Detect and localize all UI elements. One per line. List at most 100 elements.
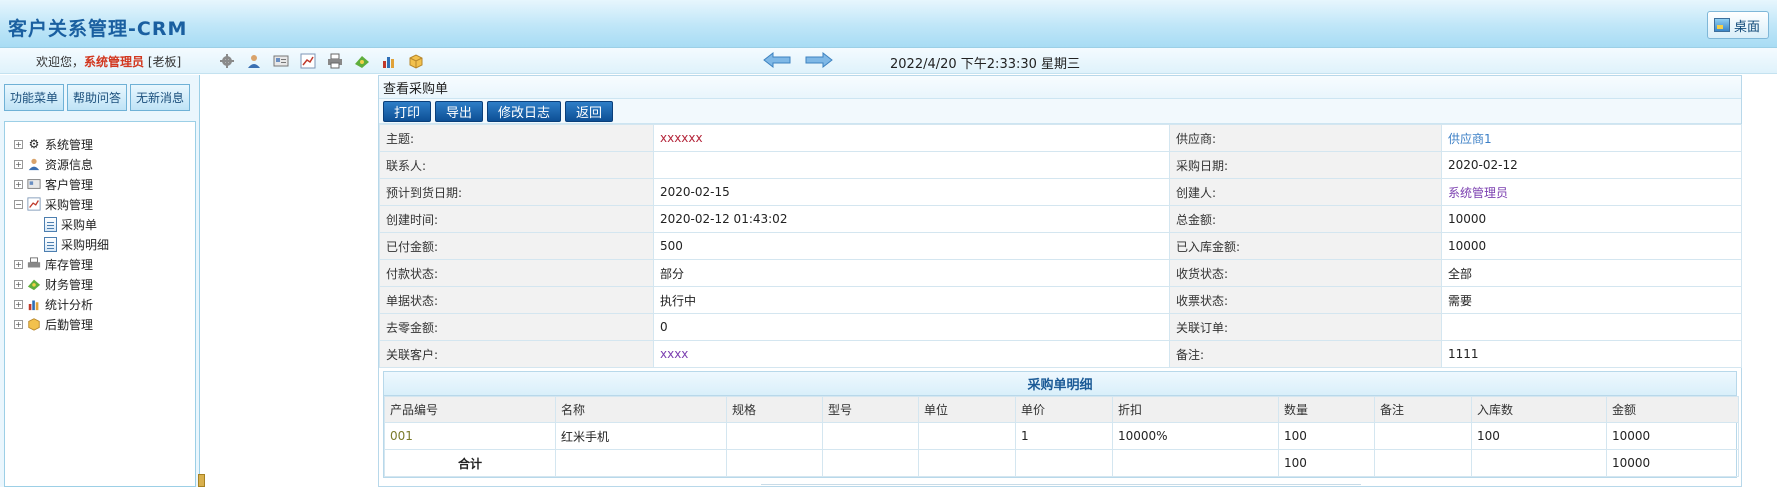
table-cell: [555, 449, 727, 477]
box-icon[interactable]: [407, 52, 425, 70]
field-label: 预计到货日期:: [379, 178, 654, 206]
field-label: 供应商:: [1169, 124, 1442, 152]
left-tabs: 功能菜单 帮助问答 无新消息: [4, 84, 191, 111]
print-button[interactable]: 打印: [383, 101, 432, 122]
info-row: 预计到货日期: 2020-02-15 创建人: 系统管理员: [379, 178, 1742, 206]
back-arrow-icon[interactable]: [763, 52, 791, 68]
tab-help-qa[interactable]: 帮助问答: [67, 84, 128, 111]
total-row: 合计 100 10000: [384, 449, 1739, 477]
document-icon: [44, 236, 57, 252]
action-bar: 打印 导出 修改日志 返回: [379, 99, 1741, 124]
product-code-link[interactable]: 001: [384, 422, 556, 450]
column-header: 折扣: [1112, 396, 1279, 423]
info-row: 去零金额: 0 关联订单:: [379, 313, 1742, 341]
table-cell: [822, 422, 919, 450]
created-time-value: 2020-02-12 01:43:02: [653, 205, 1170, 233]
related-customer-link[interactable]: xxxx: [653, 340, 1170, 368]
tree-item-system[interactable]: + ⚙ 系统管理: [14, 134, 93, 154]
tree-item-label: 客户管理: [45, 177, 94, 192]
related-order-value: [1441, 313, 1742, 341]
field-label: 关联订单:: [1169, 313, 1442, 341]
table-cell: [918, 449, 1016, 477]
expand-icon[interactable]: +: [14, 259, 23, 269]
table-cell: [1015, 449, 1113, 477]
expand-icon[interactable]: +: [14, 159, 23, 169]
user-icon[interactable]: [245, 52, 263, 70]
field-label: 已入库金额:: [1169, 232, 1442, 260]
tree-item-finance[interactable]: + 财务管理: [14, 274, 93, 294]
tree-item-purchasing[interactable]: − 采购管理: [14, 194, 93, 214]
info-row: 关联客户: xxxx 备注: 1111: [379, 340, 1742, 368]
tree-item-resources[interactable]: + 资源信息: [14, 154, 93, 174]
expand-icon[interactable]: +: [14, 179, 23, 189]
creator-link[interactable]: 系统管理员: [1441, 178, 1742, 206]
paid-amount-value: 500: [653, 232, 1170, 260]
expand-icon[interactable]: +: [14, 299, 23, 309]
back-button[interactable]: 返回: [565, 101, 614, 122]
edit-log-button[interactable]: 修改日志: [487, 101, 562, 122]
desktop-label: 桌面: [1733, 19, 1760, 35]
tab-function-menu[interactable]: 功能菜单: [4, 84, 65, 111]
export-button[interactable]: 导出: [435, 101, 484, 122]
column-header: 产品编号: [384, 396, 556, 423]
chart-icon[interactable]: [299, 52, 317, 70]
remark-value: 1111: [1441, 340, 1742, 368]
expand-icon[interactable]: +: [14, 139, 23, 149]
receipt-status-value: 全部: [1441, 259, 1742, 287]
table-cell: 100: [1471, 422, 1607, 450]
total-quantity: 100: [1278, 449, 1375, 477]
top-toolbar: 欢迎您，系统管理员 [老板] 2022/4/20 下午2:33:30 星期三: [0, 48, 1777, 74]
desktop-button[interactable]: 桌面: [1706, 11, 1769, 39]
column-header: 数量: [1278, 396, 1375, 423]
tree-item-inventory[interactable]: + 库存管理: [14, 254, 93, 274]
supplier-link[interactable]: 供应商1: [1441, 124, 1742, 152]
detail-section: 采购单明细 产品编号 名称 规格 型号 单位 单价 折扣 数量 备注 入库数 金…: [383, 371, 1739, 478]
tree-item-label: 统计分析: [45, 297, 94, 312]
info-row: 联系人: 采购日期: 2020-02-12: [379, 151, 1742, 179]
tree-item-purchase-detail[interactable]: 采购明细: [44, 234, 109, 254]
collapse-icon[interactable]: −: [14, 199, 23, 209]
tree-item-label: 财务管理: [45, 277, 94, 292]
tree-item-purchase-order[interactable]: 采购单: [44, 214, 97, 234]
tree-item-statistics[interactable]: + 统计分析: [14, 294, 93, 314]
field-label: 去零金额:: [379, 313, 654, 341]
table-cell: 10000: [1606, 422, 1739, 450]
gear-icon: ⚙: [28, 137, 40, 151]
field-label: 收票状态:: [1169, 286, 1442, 314]
printer-icon[interactable]: [326, 52, 344, 70]
tree-item-customers[interactable]: + 客户管理: [14, 174, 93, 194]
expected-date-value: 2020-02-15: [653, 178, 1170, 206]
detail-table: 产品编号 名称 规格 型号 单位 单价 折扣 数量 备注 入库数 金额 001 …: [384, 396, 1739, 477]
expand-icon[interactable]: +: [14, 279, 23, 289]
current-datetime: 2022/4/20 下午2:33:30 星期三: [890, 57, 1081, 72]
left-panel: 功能菜单 帮助问答 无新消息 + ⚙ 系统管理 + 资源信息 + 客户管理 − …: [0, 75, 200, 487]
table-cell: [1374, 422, 1472, 450]
table-cell: [1112, 449, 1279, 477]
user-role: [老板]: [147, 55, 182, 69]
column-header: 入库数: [1471, 396, 1607, 423]
panel-resize-handle[interactable]: [198, 474, 205, 487]
tree-item-logistics[interactable]: + 后勤管理: [14, 314, 93, 334]
money-icon[interactable]: [353, 52, 371, 70]
table-cell: 1: [1015, 422, 1113, 450]
bar-chart-icon[interactable]: [380, 52, 398, 70]
field-label: 创建人:: [1169, 178, 1442, 206]
forward-arrow-icon[interactable]: [805, 52, 833, 68]
total-amount: 10000: [1606, 449, 1739, 477]
tab-messages[interactable]: 无新消息: [130, 84, 191, 111]
gear-icon[interactable]: [218, 52, 236, 70]
field-label: 单据状态:: [379, 286, 654, 314]
info-row: 主题: xxxxxx 供应商: 供应商1: [379, 124, 1742, 152]
expand-icon[interactable]: +: [14, 319, 23, 329]
purchase-date-value: 2020-02-12: [1441, 151, 1742, 179]
card-icon[interactable]: [272, 52, 290, 70]
tree-item-label: 资源信息: [45, 157, 94, 172]
tree-item-label: 后勤管理: [45, 317, 94, 332]
invoice-status-value: 需要: [1441, 286, 1742, 314]
field-label: 收货状态:: [1169, 259, 1442, 287]
user-icon: [26, 156, 42, 172]
field-label: 创建时间:: [379, 205, 654, 233]
tree-item-label: 采购单: [61, 217, 98, 232]
info-row: 创建时间: 2020-02-12 01:43:02 总金额: 10000: [379, 205, 1742, 233]
table-cell: [726, 449, 823, 477]
